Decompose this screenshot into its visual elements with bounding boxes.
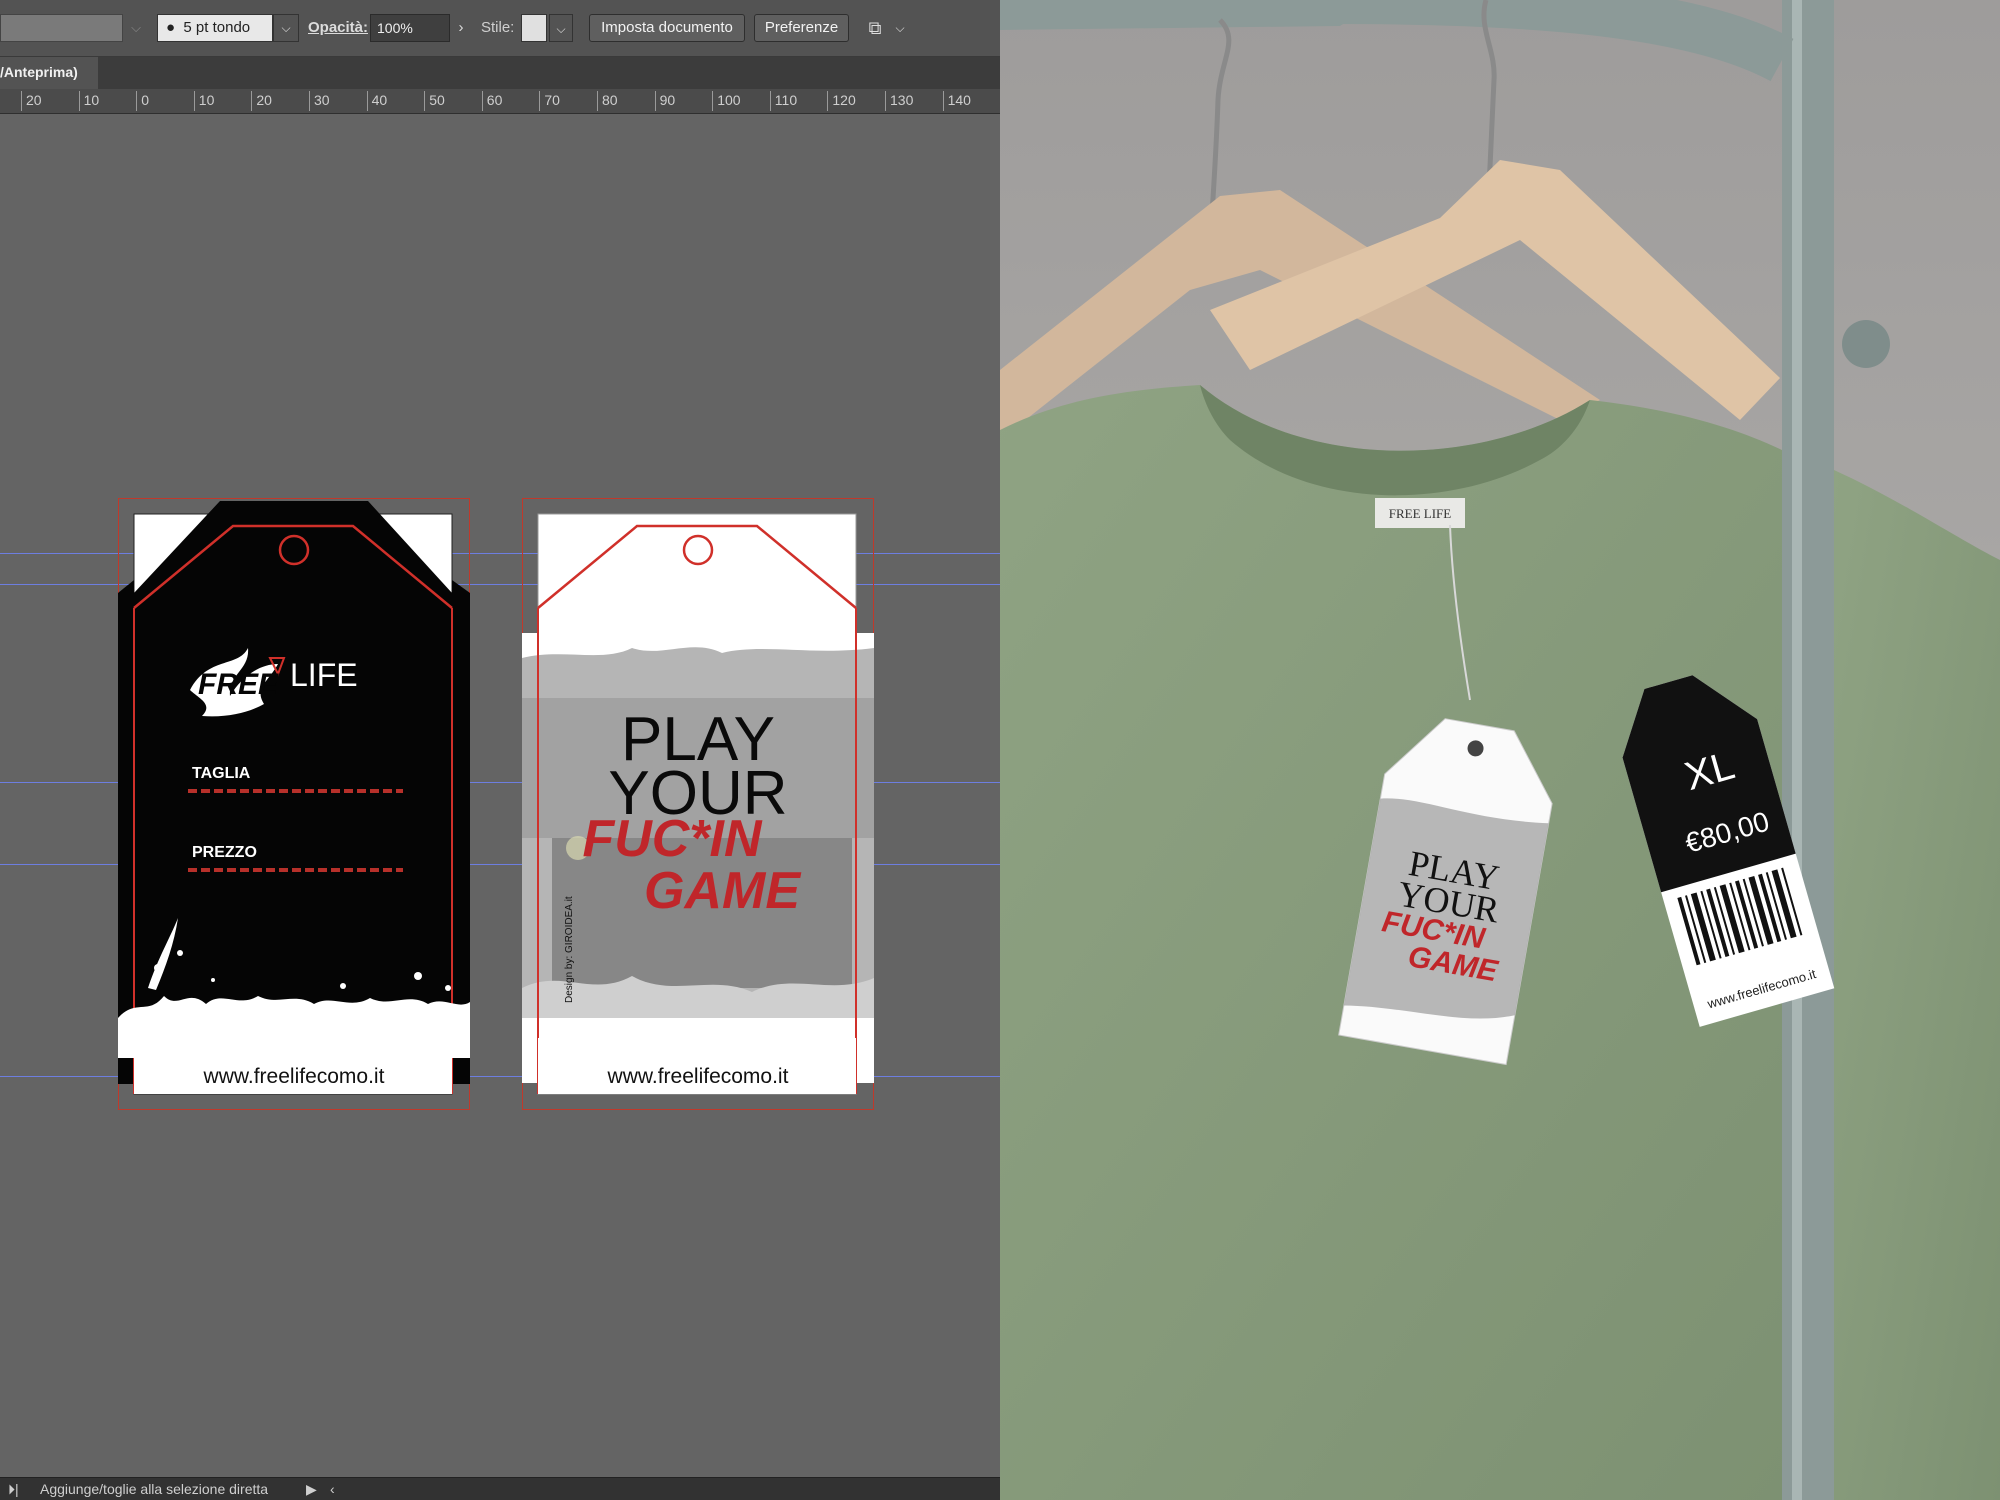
stroke-swatch-field[interactable] xyxy=(0,14,123,42)
logo-right-text: LIFE xyxy=(290,657,358,693)
tagline-fucin: FUC*IN xyxy=(582,810,763,868)
ruler-tick-label: 10 xyxy=(78,91,99,111)
opacity-input[interactable]: 100% xyxy=(370,14,450,42)
front-hang-tag[interactable]: FREE LIFE TAGLIA PREZZO www.freelifecomo… xyxy=(118,498,470,1110)
arrange-tool-icon[interactable]: ⧉ xyxy=(863,14,887,42)
brush-definition-select[interactable]: ● 5 pt tondo xyxy=(157,14,273,42)
play-icon[interactable]: ▶ xyxy=(306,1478,317,1500)
tab-document[interactable]: /Anteprima) xyxy=(0,57,98,89)
size-label: TAGLIA xyxy=(192,765,251,782)
ruler-tick-label: 60 xyxy=(481,91,502,111)
brush-dropdown-chevron-icon[interactable]: ⌵ xyxy=(273,14,299,42)
style-label: Stile: xyxy=(481,19,515,36)
ruler-tick-label: 40 xyxy=(366,91,387,111)
price-label: PREZZO xyxy=(192,844,257,861)
back-hang-tag[interactable]: PLAY YOUR FUC*IN GAME Design by: GIROIDE… xyxy=(522,498,874,1110)
collar-label-text: FREE LIFE xyxy=(1389,506,1452,521)
ruler-tick-label: 0 xyxy=(136,91,149,111)
chevron-down-icon[interactable]: ⌵ xyxy=(891,14,909,42)
rack-pole xyxy=(1782,0,1834,1500)
website-text: www.freelifecomo.it xyxy=(607,1065,789,1088)
document-setup-button[interactable]: Imposta documento xyxy=(589,14,745,42)
mockup-scene: FREE LIFE XL €80,00 www.freelifecomo.it … xyxy=(1000,0,2000,1500)
ruler-tick-label: 80 xyxy=(597,91,618,111)
ruler-tick-label: 120 xyxy=(827,91,856,111)
chevron-left-icon[interactable]: ‹ xyxy=(330,1478,335,1500)
tagline-game: GAME xyxy=(644,862,801,920)
illustrator-window: ⌵ ● 5 pt tondo ⌵ Opacità: 100% › Stile: … xyxy=(0,0,1000,1500)
ruler-tick-label: 110 xyxy=(769,91,797,111)
ruler-tick-label: 100 xyxy=(712,91,741,111)
tshirt-mockup-photo: FREE LIFE XL €80,00 www.freelifecomo.it … xyxy=(1000,0,2000,1500)
ruler-tick-label: 30 xyxy=(309,91,330,111)
chevron-right-icon[interactable]: › xyxy=(450,14,472,42)
brush-label: 5 pt tondo xyxy=(183,19,251,36)
ruler-tick-label: 140 xyxy=(942,91,971,111)
status-text: Aggiunge/toglie alla selezione diretta xyxy=(40,1481,269,1497)
logo-left-text: FREE xyxy=(198,668,279,701)
ruler-tick-label: 90 xyxy=(654,91,675,111)
control-bar: ⌵ ● 5 pt tondo ⌵ Opacità: 100% › Stile: … xyxy=(0,0,1000,57)
ruler-tick-label: 70 xyxy=(539,91,560,111)
opacity-label[interactable]: Opacità: xyxy=(308,14,368,42)
ruler-tick-label: 20 xyxy=(21,91,42,111)
bullet-icon: ● xyxy=(166,19,184,36)
document-tab-bar: /Anteprima) xyxy=(0,57,1000,89)
ruler-tick-label: 50 xyxy=(424,91,445,111)
preferences-button[interactable]: Preferenze xyxy=(754,14,849,42)
rack-knob xyxy=(1842,320,1890,368)
ruler-tick-label: 10 xyxy=(193,91,214,111)
ruler-tick-label: 20 xyxy=(251,91,272,111)
step-icon[interactable]: ⏵| xyxy=(8,1478,19,1500)
chevron-down-icon[interactable]: ⌵ xyxy=(127,14,145,42)
ruler-tick-label: 130 xyxy=(885,91,913,111)
style-dropdown-chevron-icon[interactable]: ⌵ xyxy=(549,14,573,42)
design-credit: Design by: GIROIDEA.it xyxy=(564,896,575,1003)
website-text: www.freelifecomo.it xyxy=(203,1065,385,1088)
artboard-canvas[interactable]: FREE LIFE TAGLIA PREZZO www.freelifecomo… xyxy=(0,114,1000,1478)
horizontal-ruler[interactable]: 20 10 0 10 20 30 40 50 60 70 80 90 100 110 120 130 140 xyxy=(0,89,1000,114)
status-bar: ⏵| Aggiunge/toglie alla selezione dirett… xyxy=(0,1477,1000,1500)
graphic-style-swatch[interactable] xyxy=(521,14,547,42)
